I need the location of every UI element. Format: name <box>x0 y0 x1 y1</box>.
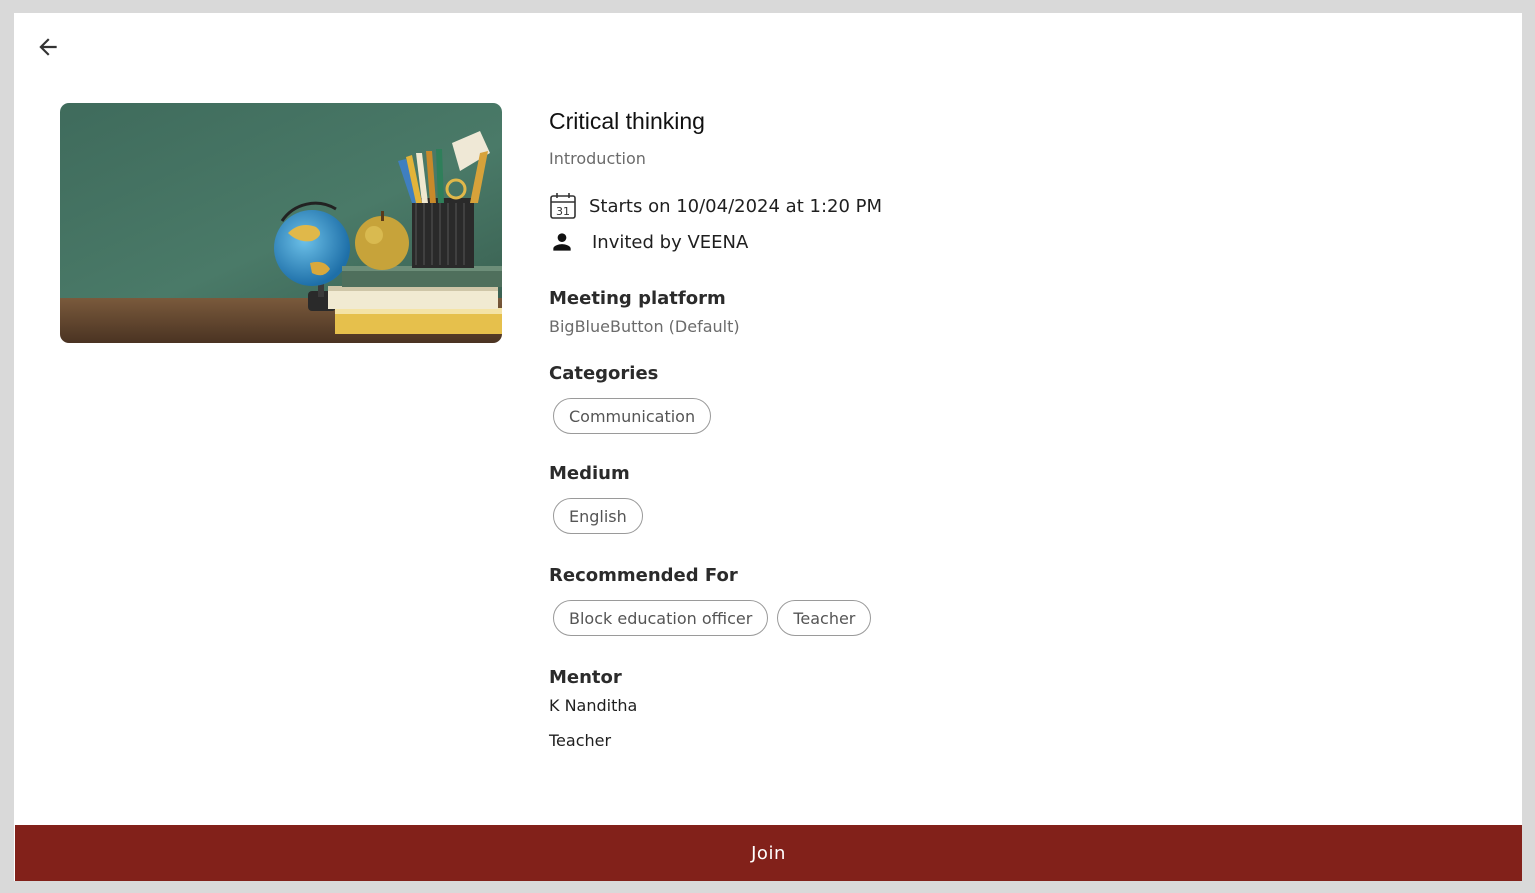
recommended-chip: Teacher <box>777 600 872 636</box>
session-start-row: 31 Starts on 10/04/2024 at 1:20 PM <box>549 191 1449 221</box>
session-details-page: Critical thinking Introduction 31 Starts… <box>14 13 1522 881</box>
session-image <box>60 103 502 343</box>
medium-chips: English <box>553 498 1449 534</box>
calendar-icon: 31 <box>549 191 579 221</box>
meeting-platform-value: BigBlueButton (Default) <box>549 317 740 336</box>
category-chip: Communication <box>553 398 712 434</box>
medium-chip: English <box>553 498 643 534</box>
join-button[interactable]: Join <box>15 825 1522 881</box>
session-start-text: Starts on 10/04/2024 at 1:20 PM <box>589 195 883 217</box>
categories-chips: Communication <box>553 398 1449 434</box>
invited-by-text: Invited by VEENA <box>592 231 749 253</box>
categories-heading: Categories <box>549 363 659 384</box>
arrow-left-icon <box>39 38 57 56</box>
calendar-day-text: 31 <box>556 205 570 218</box>
back-button[interactable] <box>32 31 64 63</box>
mentor-name: K Nanditha <box>549 696 638 715</box>
mentor-heading: Mentor <box>549 667 622 688</box>
recommended-for-heading: Recommended For <box>549 565 738 586</box>
medium-heading: Medium <box>549 463 630 484</box>
session-details: Critical thinking Introduction 31 Starts… <box>549 105 1449 750</box>
meeting-platform-heading: Meeting platform <box>549 288 726 309</box>
person-icon <box>549 227 579 257</box>
recommended-for-chips: Block education officer Teacher <box>553 600 1449 636</box>
invited-by-row: Invited by VEENA <box>549 227 1449 257</box>
recommended-chip: Block education officer <box>553 600 769 636</box>
mentor-role: Teacher <box>549 731 612 750</box>
session-subtitle: Introduction <box>549 149 646 168</box>
session-title: Critical thinking <box>549 108 705 134</box>
